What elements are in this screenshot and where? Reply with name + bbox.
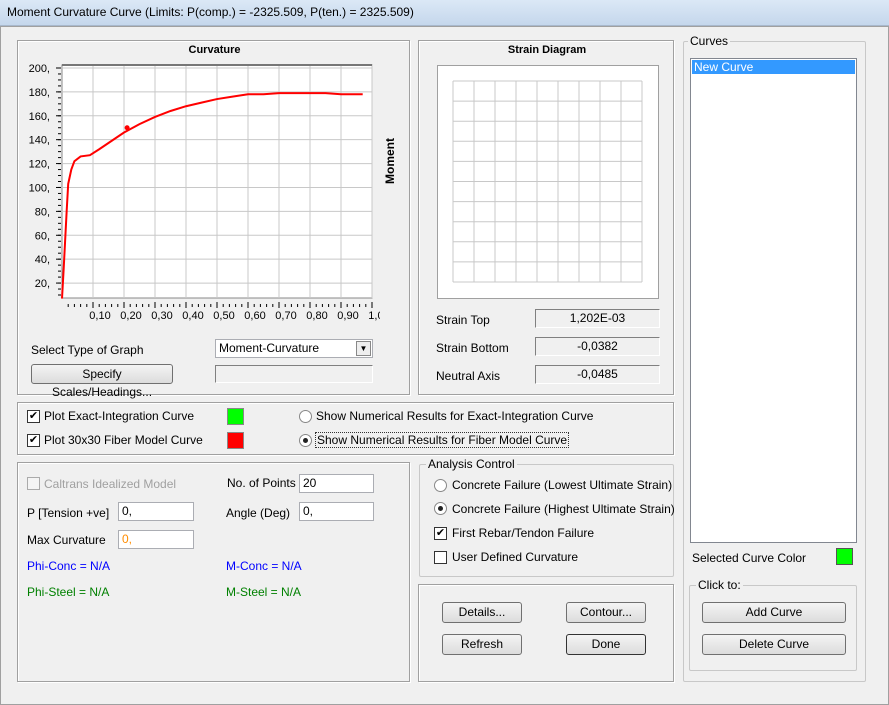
phi-steel: Phi-Steel = N/A [27,585,110,599]
y-axis-label: Moment [383,138,397,184]
x-tick-label: 0,60 [244,310,265,322]
exact-curve-label: Plot Exact-Integration Curve [44,409,195,423]
delete-curve-button[interactable]: Delete Curve [702,634,846,655]
analysis-control-group: Analysis Control Concrete Failure (Lowes… [419,457,675,577]
x-tick-label: 0,30 [151,310,172,322]
click-to-group: Click to: Add Curve Delete Curve [689,578,857,671]
highest-strain-radio[interactable] [434,502,447,515]
caltrans-label: Caltrans Idealized Model [44,477,177,491]
done-button[interactable]: Done [566,634,646,655]
y-tick-label: 120, [29,159,50,171]
x-tick-label: 0,20 [120,310,141,322]
plot-options-panel: ✔ Plot Exact-Integration Curve ✔ Plot 30… [17,402,674,455]
fiber-color-swatch[interactable] [227,432,244,449]
show-exact-label: Show Numerical Results for Exact-Integra… [316,409,594,423]
m-steel: M-Steel = N/A [226,585,302,599]
user-curvature-label: User Defined Curvature [452,550,579,564]
x-tick-label: 0,10 [89,310,110,322]
points-label: No. of Points [227,476,296,490]
specify-scales-button[interactable]: Specify Scales/Headings... [31,364,173,399]
neutral-axis-label: Neutral Axis [436,369,501,383]
moment-curvature-chart: 0,10 0,20 0,30 0,40 0,50 0,60 0,70 0,80 0,90 1,00… [29,63,380,322]
y-tick-label: 100, [29,182,50,194]
curves-group: Curves New Curve Selected Curve Color Cl… [683,34,866,682]
show-fiber-label: Show Numerical Results for Fiber Model C… [315,432,570,448]
y-tick-label: 180, [29,87,50,99]
specify-field [215,365,373,383]
x-tick-label: 0,80 [306,310,327,322]
p-input[interactable]: 0, [118,502,194,521]
title-bar: Moment Curvature Curve (Limits: P(comp.)… [0,0,889,26]
contour-button[interactable]: Contour... [566,602,646,623]
graph-type-select[interactable]: Moment-Curvature ▼ [215,339,373,358]
exact-color-swatch[interactable] [227,408,244,425]
x-tick-label: 0,90 [337,310,358,322]
y-tick-label: 80, [35,206,50,218]
rebar-failure-checkbox[interactable]: ✔ [434,527,447,540]
highest-strain-label: Concrete Failure (Highest Ultimate Strai… [452,502,675,516]
angle-label: Angle (Deg) [226,506,291,520]
lowest-strain-label: Concrete Failure (Lowest Ultimate Strain… [452,478,673,492]
add-curve-button[interactable]: Add Curve [702,602,846,623]
window-title: Moment Curvature Curve (Limits: P(comp.)… [7,5,414,19]
user-curvature-checkbox[interactable] [434,551,447,564]
y-tick-label: 40, [35,254,50,266]
x-tick-label: 0,40 [182,310,203,322]
x-tick-label: 1,00 [368,310,380,322]
chart-title: Curvature [188,44,241,56]
strain-bottom-label: Strain Bottom [436,341,509,355]
strain-top-label: Strain Top [436,313,490,327]
y-tick-label: 160, [29,111,50,123]
selected-color-label: Selected Curve Color [692,551,807,565]
refresh-button[interactable]: Refresh [442,634,522,655]
strain-top-value: 1,202E-03 [535,309,660,328]
rebar-failure-label: First Rebar/Tendon Failure [452,526,595,540]
angle-input[interactable]: 0, [299,502,374,521]
curves-title: Curves [688,34,731,48]
max-curvature-label: Max Curvature [27,533,106,547]
curve-list-item[interactable]: New Curve [692,60,855,74]
caltrans-checkbox[interactable] [27,477,40,490]
select-type-label: Select Type of Graph [31,343,144,357]
max-curvature-input[interactable]: 0, [118,530,194,549]
neutral-axis-value: -0,0485 [535,365,660,384]
strain-panel: Strain Diagram Strain Top 1,202E-03 Stra… [418,40,674,395]
strain-title: Strain Diagram [507,44,587,56]
strain-diagram [437,65,659,299]
phi-conc: Phi-Conc = N/A [27,559,111,573]
y-tick-label: 60, [35,230,50,242]
show-fiber-radio[interactable] [299,434,312,447]
x-tick-label: 0,50 [213,310,234,322]
show-exact-radio[interactable] [299,410,312,423]
m-conc: M-Conc = N/A [226,559,302,573]
details-button[interactable]: Details... [442,602,522,623]
analysis-title: Analysis Control [426,457,517,471]
strain-bottom-value: -0,0382 [535,337,660,356]
action-buttons-panel: Details... Contour... Refresh Done [418,584,674,682]
curves-list[interactable]: New Curve [690,58,857,543]
fiber-curve-label: Plot 30x30 Fiber Model Curve [44,433,203,447]
selected-color-swatch[interactable] [836,548,853,565]
p-label: P [Tension +ve] [27,506,110,520]
y-tick-label: 200, [29,63,50,75]
fiber-curve-checkbox[interactable]: ✔ [27,434,40,447]
points-input[interactable]: 20 [299,474,374,493]
click-to-label: Click to: [696,578,743,592]
chevron-down-icon[interactable]: ▼ [356,341,371,356]
lowest-strain-radio[interactable] [434,479,447,492]
y-tick-label: 140, [29,135,50,147]
x-tick-label: 0,70 [275,310,296,322]
graph-type-value: Moment-Curvature [219,341,320,355]
y-tick-label: 20, [35,278,50,290]
parameters-panel: Caltrans Idealized Model No. of Points 2… [17,462,410,682]
curve-marker [124,125,130,131]
exact-curve-checkbox[interactable]: ✔ [27,410,40,423]
